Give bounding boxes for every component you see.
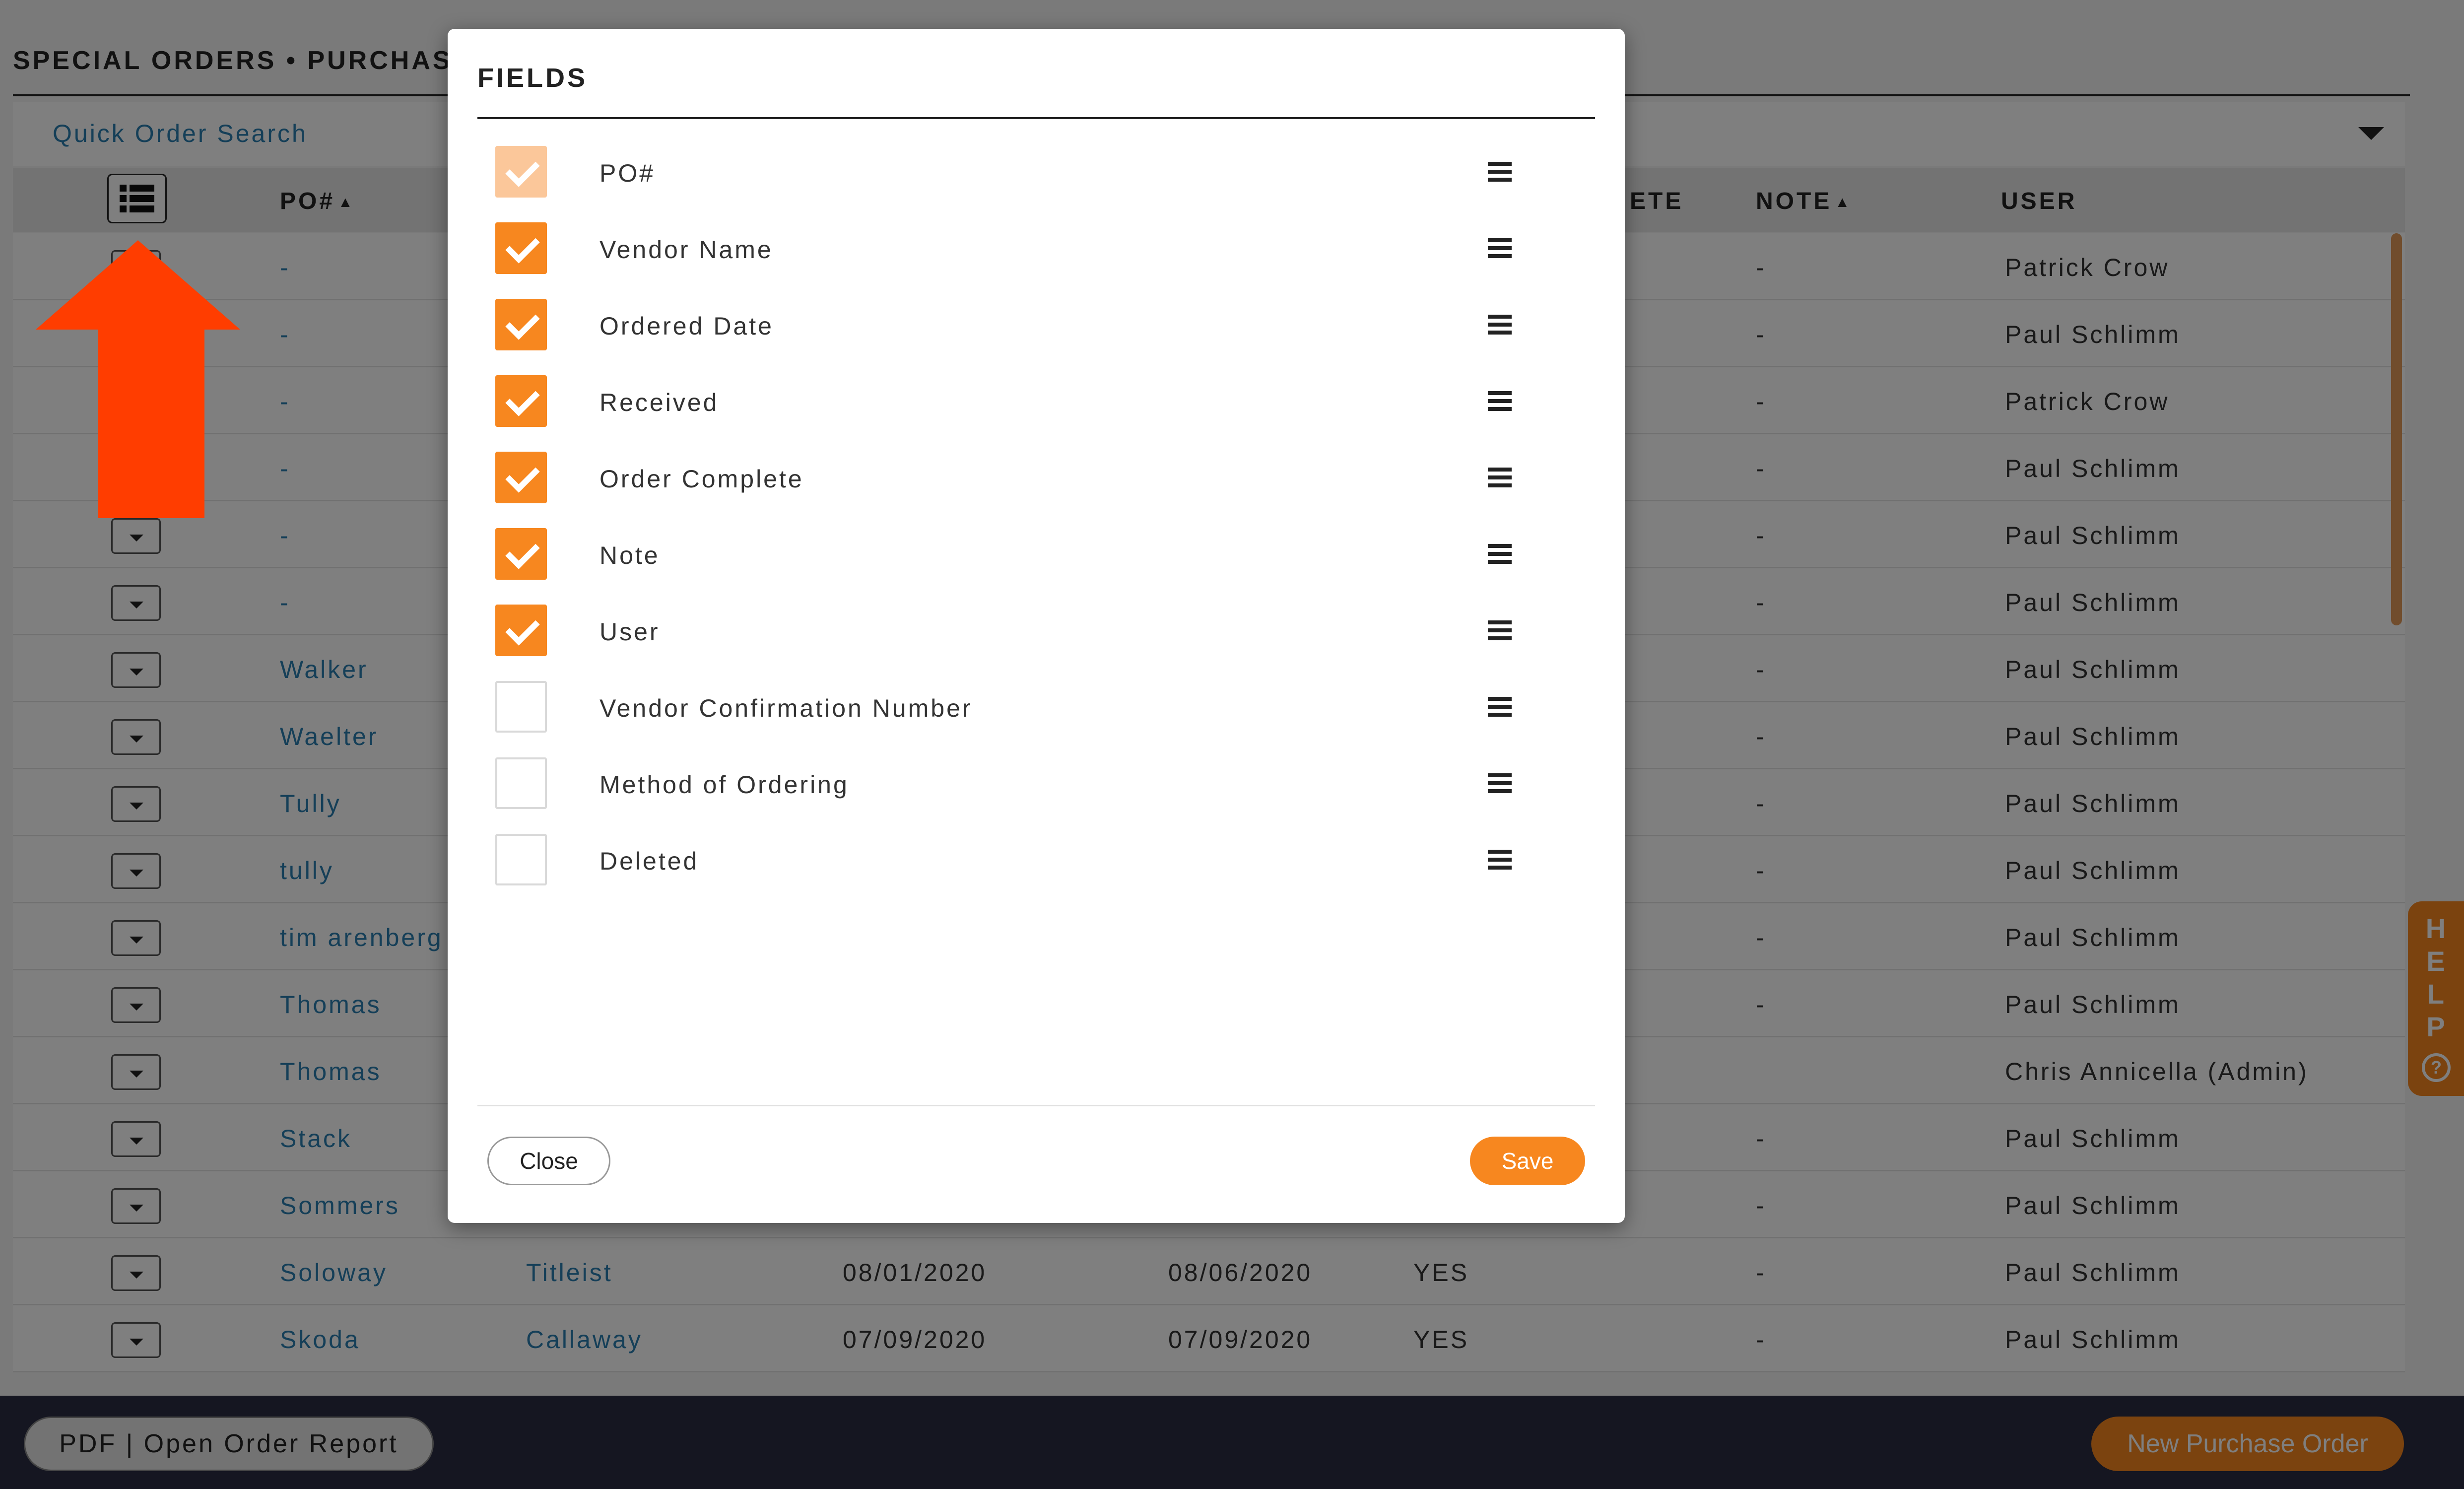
field-row: Method of Ordering bbox=[495, 757, 1563, 809]
drag-handle-icon[interactable] bbox=[1488, 620, 1512, 640]
field-checkbox[interactable] bbox=[495, 834, 547, 885]
field-checkbox[interactable] bbox=[495, 452, 547, 503]
field-label: Deleted bbox=[599, 847, 699, 875]
field-row: Order Complete bbox=[495, 452, 1563, 503]
field-label: Vendor Confirmation Number bbox=[599, 694, 973, 722]
field-row: User bbox=[495, 605, 1563, 656]
save-button[interactable]: Save bbox=[1470, 1137, 1585, 1185]
field-checkbox[interactable] bbox=[495, 757, 547, 809]
field-checkbox[interactable] bbox=[495, 528, 547, 580]
field-checkbox[interactable] bbox=[495, 375, 547, 427]
field-label: Vendor Name bbox=[599, 236, 773, 264]
modal-footer-divider bbox=[477, 1105, 1595, 1106]
fields-modal: FIELDS PO# Vendor Name Ordered Date Receive… bbox=[448, 29, 1625, 1223]
field-checkbox[interactable] bbox=[495, 681, 547, 733]
field-row: Ordered Date bbox=[495, 299, 1563, 350]
drag-handle-icon[interactable] bbox=[1488, 468, 1512, 487]
field-label: Order Complete bbox=[599, 465, 804, 493]
field-label: Method of Ordering bbox=[599, 771, 849, 799]
field-label: User bbox=[599, 618, 660, 646]
field-row: Received bbox=[495, 375, 1563, 427]
field-row: Vendor Name bbox=[495, 222, 1563, 274]
field-checkbox[interactable] bbox=[495, 299, 547, 350]
arrow-up-icon bbox=[36, 240, 240, 518]
drag-handle-icon[interactable] bbox=[1488, 238, 1512, 258]
modal-title-divider bbox=[477, 117, 1595, 119]
field-checkbox bbox=[495, 146, 547, 198]
drag-handle-icon[interactable] bbox=[1488, 850, 1512, 870]
field-row: Note bbox=[495, 528, 1563, 580]
drag-handle-icon[interactable] bbox=[1488, 162, 1512, 182]
field-label: Received bbox=[599, 389, 719, 416]
drag-handle-icon[interactable] bbox=[1488, 315, 1512, 335]
modal-title: FIELDS bbox=[477, 63, 588, 93]
field-row: Deleted bbox=[495, 834, 1563, 885]
field-label: Ordered Date bbox=[599, 312, 774, 340]
close-button[interactable]: Close bbox=[487, 1137, 610, 1185]
field-row: Vendor Confirmation Number bbox=[495, 681, 1563, 733]
field-checkbox[interactable] bbox=[495, 605, 547, 656]
field-label: PO# bbox=[599, 159, 656, 187]
field-row: PO# bbox=[495, 146, 1563, 198]
annotation-arrow-shape bbox=[36, 240, 240, 518]
field-checkbox[interactable] bbox=[495, 222, 547, 274]
drag-handle-icon[interactable] bbox=[1488, 544, 1512, 564]
drag-handle-icon[interactable] bbox=[1488, 773, 1512, 793]
drag-handle-icon[interactable] bbox=[1488, 697, 1512, 717]
drag-handle-icon[interactable] bbox=[1488, 391, 1512, 411]
field-label: Note bbox=[599, 541, 660, 569]
